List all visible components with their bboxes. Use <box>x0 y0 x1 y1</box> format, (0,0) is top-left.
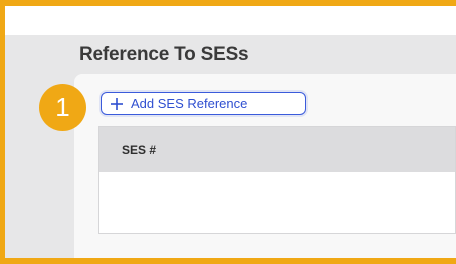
table-body-empty <box>99 172 455 233</box>
ses-table: SES # <box>98 126 456 234</box>
table-header: SES # <box>99 127 455 172</box>
top-band <box>5 6 456 35</box>
add-ses-reference-button[interactable]: Add SES Reference <box>101 92 306 115</box>
section-title: Reference To SESs <box>79 44 249 65</box>
column-header-ses-number[interactable]: SES # <box>122 143 156 157</box>
step-badge: 1 <box>39 84 86 131</box>
add-button-label: Add SES Reference <box>131 96 248 111</box>
plus-icon <box>110 97 124 111</box>
